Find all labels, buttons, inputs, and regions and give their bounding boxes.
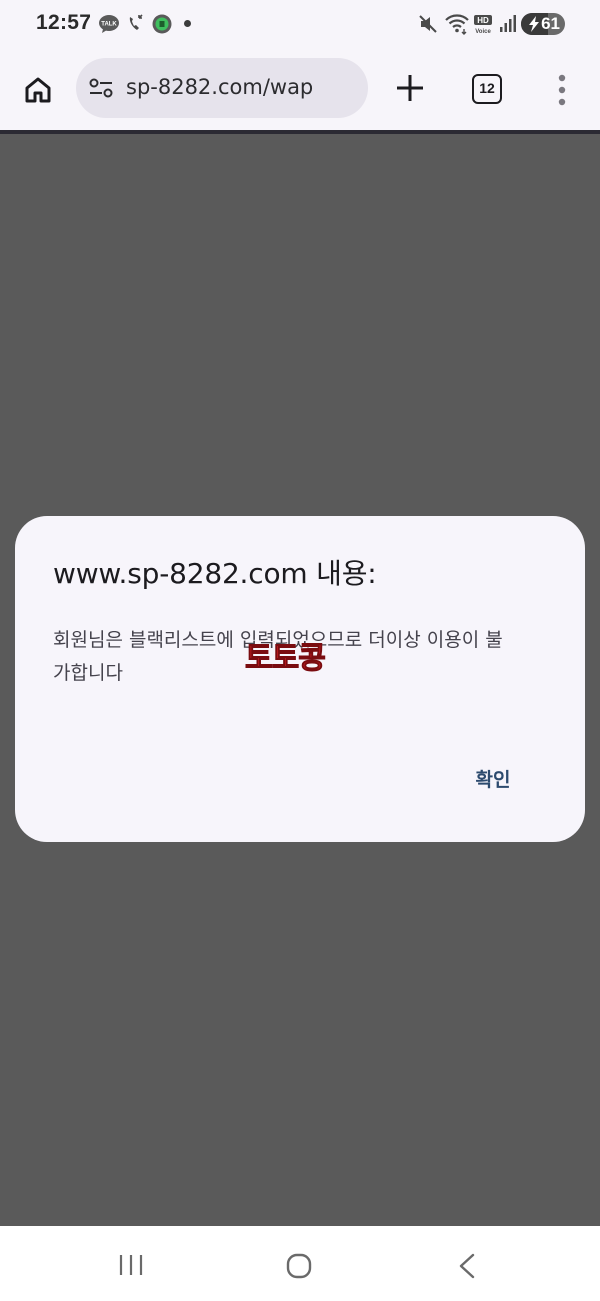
alert-dialog: www.sp-8282.com 내용: 회원님은 블랙리스트에 입력되었으므로 …: [15, 516, 585, 842]
site-settings-icon[interactable]: [88, 76, 114, 100]
svg-text:HD: HD: [477, 16, 489, 25]
status-time: 12:57: [36, 11, 92, 34]
mute-icon: [419, 15, 437, 33]
system-nav-bar: [0, 1226, 600, 1301]
svg-text:Voice: Voice: [475, 29, 491, 35]
tab-count: 12: [479, 80, 495, 96]
dot-icon: [184, 20, 191, 27]
hd-voice-icon: HD Voice: [474, 15, 492, 35]
url-bar[interactable]: sp-8282.com/wap: [76, 58, 368, 118]
more-vert-icon[interactable]: [552, 72, 572, 108]
back-icon[interactable]: [456, 1252, 478, 1280]
confirm-button[interactable]: 확인: [463, 762, 523, 798]
browser-toolbar: sp-8282.com/wap 12: [0, 50, 600, 130]
watermark-text: 토토콩: [245, 641, 327, 677]
battery-level: 61: [541, 14, 560, 33]
svg-text:TALK: TALK: [101, 22, 117, 28]
bolt-icon: [529, 16, 539, 32]
call-icon: [129, 14, 143, 30]
ktalk-green-icon: [152, 14, 172, 34]
home-button[interactable]: [18, 70, 58, 110]
wifi-icon: [445, 14, 469, 35]
status-bar: 12:57 TALK HD Voice 61: [0, 0, 600, 50]
dialog-title: www.sp-8282.com 내용:: [53, 557, 377, 590]
tabs-button[interactable]: 12: [472, 74, 502, 104]
home-circle-icon[interactable]: [285, 1252, 313, 1280]
signal-icon: [500, 15, 516, 32]
recent-apps-icon[interactable]: [116, 1252, 146, 1278]
plus-icon[interactable]: [392, 70, 428, 106]
talk-icon: TALK: [99, 15, 119, 33]
home-icon: [25, 77, 51, 103]
url-text[interactable]: sp-8282.com/wap: [126, 75, 313, 99]
toolbar-divider: [0, 130, 600, 134]
battery-icon: 61: [521, 13, 565, 35]
